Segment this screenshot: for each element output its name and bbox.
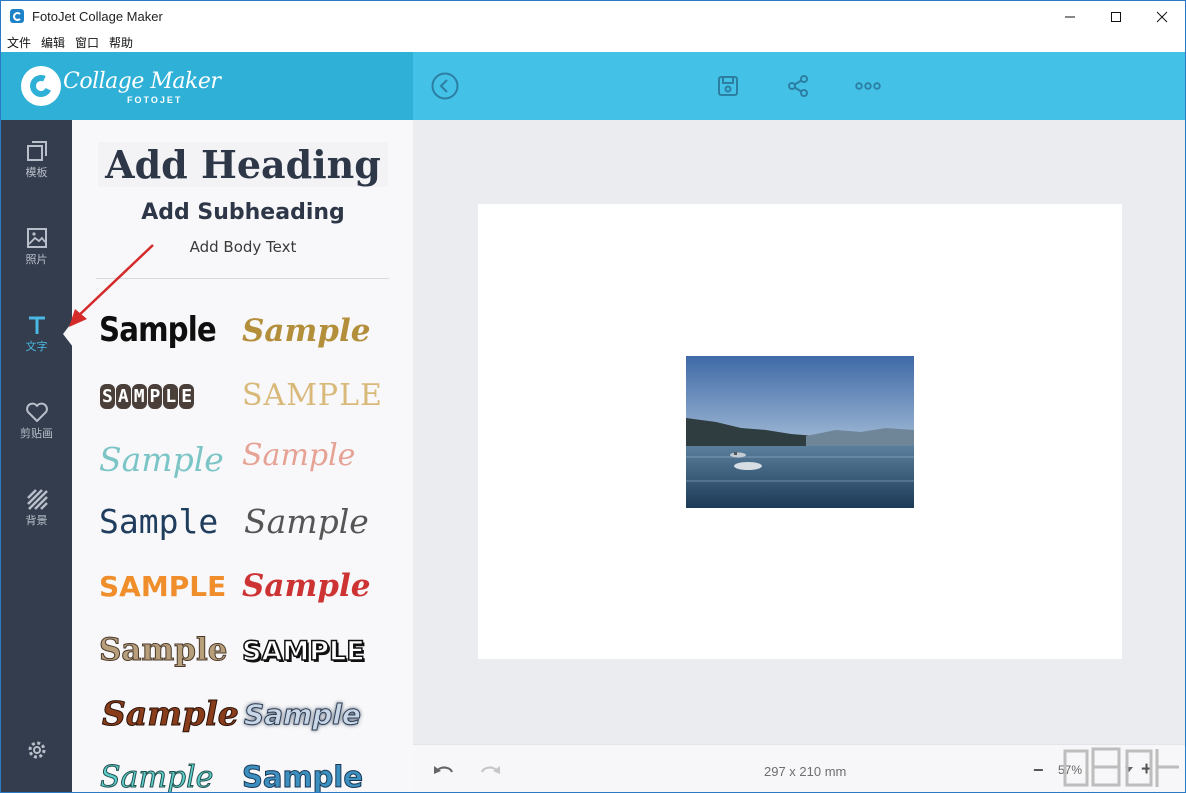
logo-title: Collage Maker [63, 69, 221, 94]
text-panel: Add Heading Add Subheading Add Body Text… [72, 120, 413, 793]
menu-window[interactable]: 窗口 [75, 34, 99, 51]
sidebar-item-label: 模板 [25, 167, 48, 179]
text-icon [28, 316, 45, 334]
save-icon [718, 76, 738, 96]
zoom-out-button[interactable]: − [1033, 760, 1044, 781]
text-style-sample[interactable]: Sample [98, 632, 227, 669]
minimize-button[interactable] [1047, 1, 1093, 32]
text-style-sample[interactable]: Sample [242, 438, 355, 473]
app-window: FotoJet Collage Maker 文件 编辑 窗口 帮助 Collag… [0, 0, 1186, 793]
lake-photo[interactable] [686, 356, 914, 508]
title-bar: FotoJet Collage Maker [1, 1, 1185, 32]
gear-icon [28, 741, 45, 759]
template-icon [26, 141, 47, 161]
text-style-sample[interactable]: Sample [242, 313, 370, 349]
photo-icon [26, 228, 47, 248]
sidebar-item-clipart[interactable]: 剪贴画 [1, 391, 72, 451]
text-style-sample[interactable]: SAMPLE [99, 570, 226, 603]
more-icon [855, 82, 881, 90]
page-dimensions: 297 x 210 mm [764, 764, 847, 779]
sidebar-item-label: 照片 [25, 254, 48, 266]
text-style-sample[interactable]: Sample [242, 568, 370, 604]
more-button[interactable] [852, 70, 884, 102]
save-button[interactable] [712, 70, 744, 102]
text-style-sample[interactable]: Sample [99, 502, 218, 541]
close-button[interactable] [1139, 1, 1185, 32]
top-toolbar [413, 52, 1185, 120]
sidebar-item-templates[interactable]: 模板 [1, 130, 72, 190]
app-icon [10, 9, 24, 23]
collage-page[interactable] [478, 204, 1122, 659]
logo-subtitle: FOTOJET [127, 95, 183, 105]
maximize-button[interactable] [1093, 1, 1139, 32]
add-heading-button[interactable]: Add Heading [98, 142, 388, 187]
sidebar-item-label: 剪贴画 [20, 428, 53, 440]
heart-icon [25, 402, 48, 422]
menu-bar: 文件 编辑 窗口 帮助 [1, 32, 1185, 52]
sidebar-item-label: 背景 [25, 515, 48, 527]
redo-icon[interactable] [479, 762, 501, 778]
text-style-sample[interactable]: SAMPLE [241, 635, 365, 668]
menu-file[interactable]: 文件 [7, 34, 31, 51]
text-style-sample[interactable]: Sample [99, 440, 224, 479]
watermark-logo [1063, 747, 1179, 787]
sidebar-item-label: 文字 [25, 341, 48, 353]
sidebar-item-background[interactable]: 背景 [1, 478, 72, 538]
text-style-sample[interactable]: Sample [99, 760, 213, 793]
text-style-sample[interactable]: Sample [244, 698, 362, 732]
annotation-arrow [69, 244, 154, 327]
text-style-sample[interactable]: Sample [244, 502, 369, 541]
maximize-icon [1111, 11, 1121, 22]
menu-help[interactable]: 帮助 [109, 34, 133, 51]
window-title: FotoJet Collage Maker [32, 9, 163, 24]
text-style-sample[interactable]: SAMPLE [100, 384, 195, 409]
menu-edit[interactable]: 编辑 [41, 34, 65, 51]
background-icon [26, 489, 48, 510]
logo-area: Collage Maker FOTOJET [1, 52, 413, 120]
text-style-sample[interactable]: SAMPLE [242, 378, 383, 413]
settings-button[interactable] [1, 720, 72, 780]
minimize-icon [1065, 16, 1075, 17]
add-subheading-button[interactable]: Add Subheading [98, 200, 388, 225]
share-button[interactable] [782, 70, 814, 102]
left-sidebar: 模板 照片 文字 剪贴画 背景 [1, 120, 72, 792]
share-icon [788, 75, 808, 97]
back-icon [431, 72, 459, 100]
text-style-sample[interactable]: Sample [102, 694, 240, 734]
logo-icon [21, 66, 61, 106]
close-icon [1156, 11, 1168, 22]
undo-icon[interactable] [433, 762, 455, 778]
canvas-area [413, 120, 1185, 744]
text-style-sample[interactable]: Sample [241, 760, 363, 793]
back-button[interactable] [429, 70, 461, 102]
